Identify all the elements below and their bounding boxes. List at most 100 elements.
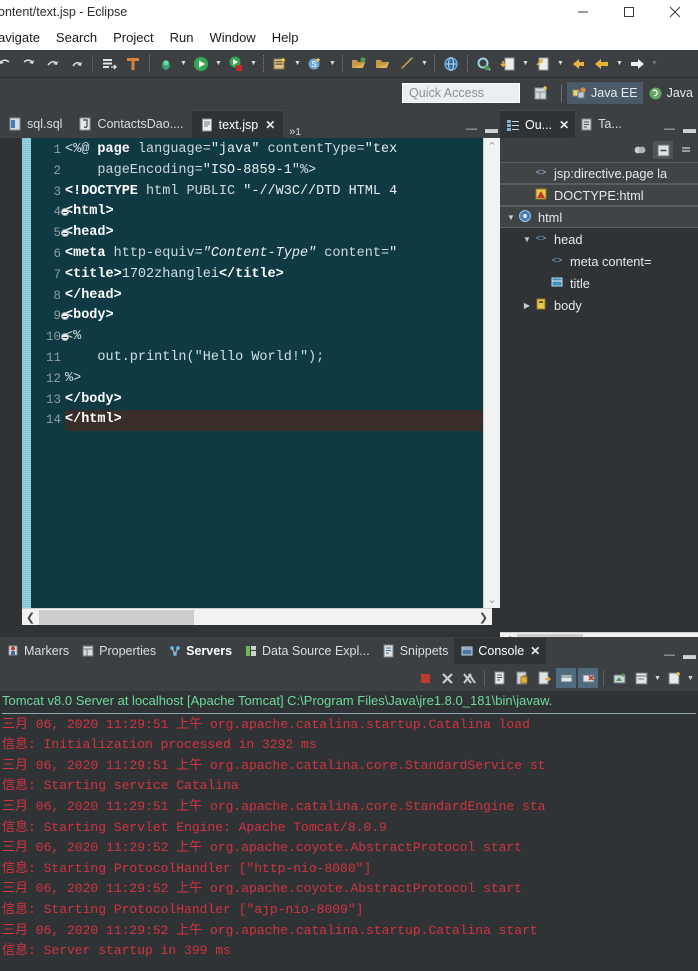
code-line[interactable]: 11 out.println("Hello World!");	[46, 348, 483, 369]
remove-all-launches-icon[interactable]	[459, 668, 479, 688]
bottom-tab-properties[interactable]: Properties	[75, 638, 162, 664]
export-icon[interactable]	[533, 54, 553, 74]
editor-horizontal-scrollbar[interactable]: ❮ ❯	[22, 608, 492, 625]
open-perspective-icon[interactable]	[530, 82, 552, 104]
editor-tab-close-icon[interactable]: ✕	[265, 118, 275, 132]
show-console-on-output-icon[interactable]	[556, 668, 576, 688]
open-console-dropdown-icon[interactable]: ▼	[685, 668, 696, 688]
run-external-dropdown-icon[interactable]: ▼	[248, 54, 259, 74]
menu-item-search[interactable]: Search	[48, 28, 105, 47]
code-viewport[interactable]: 1 <%@ page language="java" contentType="t…	[31, 138, 483, 608]
bottom-tab-snippets[interactable]: Snippets	[376, 638, 455, 664]
code-line[interactable]: 7 <title>1702zhanglei</title>	[53, 265, 483, 286]
perspective-tab-java[interactable]: Java	[643, 82, 698, 104]
editor-vertical-scrollbar[interactable]: ⌃ ⌄	[483, 138, 500, 608]
menu-item-navigate[interactable]: avigate	[0, 28, 48, 47]
minimize-icon[interactable]	[560, 0, 606, 24]
run-external-tools-icon[interactable]	[226, 54, 246, 74]
edit-pencil-icon[interactable]	[397, 54, 417, 74]
menu-item-run[interactable]: Run	[162, 28, 202, 47]
bottom-tab-servers[interactable]: Servers	[162, 638, 238, 664]
code-line[interactable]: 8 </head>	[53, 286, 483, 307]
maximize-view-icon[interactable]: ▬	[683, 122, 696, 135]
word-wrap-icon[interactable]	[534, 668, 554, 688]
editor-tab-overflow[interactable]: » 1	[283, 126, 307, 138]
code-line[interactable]: 12 %>	[46, 369, 483, 390]
code-line[interactable]: 6 <meta http-equiv="Content-Type" content…	[53, 244, 483, 265]
search-icon[interactable]	[474, 54, 494, 74]
import-dropdown-icon[interactable]: ▼	[520, 54, 531, 74]
pin-console-icon[interactable]	[609, 668, 629, 688]
code-line[interactable]: 5 <head>	[53, 223, 483, 244]
tree-twisty-icon[interactable]: ▼	[504, 213, 518, 222]
remove-launch-icon[interactable]	[437, 668, 457, 688]
bottom-tab-data-source-explorer[interactable]: Data Source Expl...	[238, 638, 376, 664]
web-browser-icon[interactable]	[441, 54, 461, 74]
outline-tree-item[interactable]: ▼ html	[500, 206, 698, 228]
scroll-up-icon[interactable]: ⌃	[487, 140, 496, 153]
quick-access-input[interactable]: Quick Access	[402, 83, 521, 103]
display-selected-console-dropdown-icon[interactable]: ▼	[652, 668, 663, 688]
code-line[interactable]: 9 <body>	[53, 306, 483, 327]
console-output[interactable]: Tomcat v8.0 Server at localhost [Apache …	[0, 691, 698, 971]
run-icon[interactable]	[191, 54, 211, 74]
back-history-icon[interactable]	[592, 54, 612, 74]
outline-tree-item[interactable]: <> jsp:directive.page la	[500, 162, 698, 184]
outline-view-menu-icon[interactable]	[676, 141, 696, 159]
outline-tree-item[interactable]: ▼ <> head	[500, 228, 698, 250]
outline-tree[interactable]: <> jsp:directive.page la DOCTYPE:html ▼ html…	[500, 162, 698, 632]
terminate-icon[interactable]	[415, 668, 435, 688]
outline-tree-item[interactable]: ▶ body	[500, 294, 698, 316]
outline-tree-item[interactable]: title	[500, 272, 698, 294]
perspective-tab-java-ee[interactable]: Java EE	[567, 82, 643, 104]
menu-item-help[interactable]: Help	[264, 28, 307, 47]
scroll-right-icon[interactable]: ❯	[475, 611, 492, 624]
code-content[interactable]: 1 <%@ page language="java" contentType="t…	[31, 138, 483, 432]
outline-tab-close-icon[interactable]: ✕	[559, 118, 569, 132]
bottom-tab-console[interactable]: Console ✕	[454, 638, 547, 664]
redo-icon[interactable]	[18, 54, 38, 74]
editor-hscroll-track[interactable]	[39, 609, 475, 626]
code-line[interactable]: 10 <%	[46, 327, 483, 348]
menu-item-project[interactable]: Project	[105, 28, 161, 47]
undo-icon[interactable]	[0, 54, 14, 74]
new-server-dropdown-icon[interactable]: ▼	[292, 54, 303, 74]
code-line[interactable]: 3 <!DOCTYPE html PUBLIC "-//W3C//DTD HTML…	[53, 182, 483, 203]
open-console-icon[interactable]	[664, 668, 684, 688]
maximize-icon[interactable]	[606, 0, 652, 24]
maximize-view-icon[interactable]: ▬	[683, 648, 696, 661]
back-dropdown-icon[interactable]: ▼	[614, 54, 625, 74]
code-line[interactable]: 14 </html>	[46, 410, 483, 432]
code-line[interactable]: 2 pageEncoding="ISO-8859-1"%>	[53, 161, 483, 182]
editor-marker-bar[interactable]	[0, 138, 22, 608]
run-dropdown-icon[interactable]: ▼	[213, 54, 224, 74]
new-class-dropdown-icon[interactable]: ▼	[327, 54, 338, 74]
menu-item-window[interactable]: Window	[201, 28, 263, 47]
outline-tree-item[interactable]: <> meta content=	[500, 250, 698, 272]
edit-dropdown-icon[interactable]: ▼	[419, 54, 430, 74]
minimize-view-icon[interactable]: —	[664, 650, 675, 661]
show-console-on-error-icon[interactable]	[578, 668, 598, 688]
code-line[interactable]: 4 <html>	[53, 202, 483, 223]
editor-tab-textjsp[interactable]: text.jsp ✕	[191, 110, 284, 138]
debug-icon[interactable]	[156, 54, 176, 74]
close-icon[interactable]	[652, 0, 698, 24]
outline-tree-item[interactable]: DOCTYPE:html	[500, 184, 698, 206]
clear-console-icon[interactable]	[490, 668, 510, 688]
editor-hscroll-thumb[interactable]	[39, 609, 194, 625]
editor-tab-sql[interactable]: sql.sql	[0, 110, 70, 138]
new-class-icon[interactable]: S	[305, 54, 325, 74]
editor-tab-contactsdao[interactable]: ContactsDao....	[70, 110, 191, 138]
tree-twisty-icon[interactable]: ▼	[520, 235, 534, 244]
bottom-tab-markers[interactable]: Markers	[0, 638, 75, 664]
console-tab-close-icon[interactable]: ✕	[530, 644, 540, 658]
tree-twisty-icon[interactable]: ▶	[520, 301, 534, 310]
back-icon[interactable]	[568, 54, 588, 74]
forward-step-icon[interactable]	[66, 54, 86, 74]
scroll-lock-icon[interactable]	[512, 668, 532, 688]
code-line[interactable]: 1 <%@ page language="java" contentType="t…	[53, 140, 483, 161]
minimize-view-icon[interactable]: —	[466, 124, 477, 135]
new-wizard-icon[interactable]	[99, 54, 119, 74]
open-type-icon[interactable]	[349, 54, 369, 74]
hide-nonpublic-icon[interactable]	[630, 141, 650, 159]
